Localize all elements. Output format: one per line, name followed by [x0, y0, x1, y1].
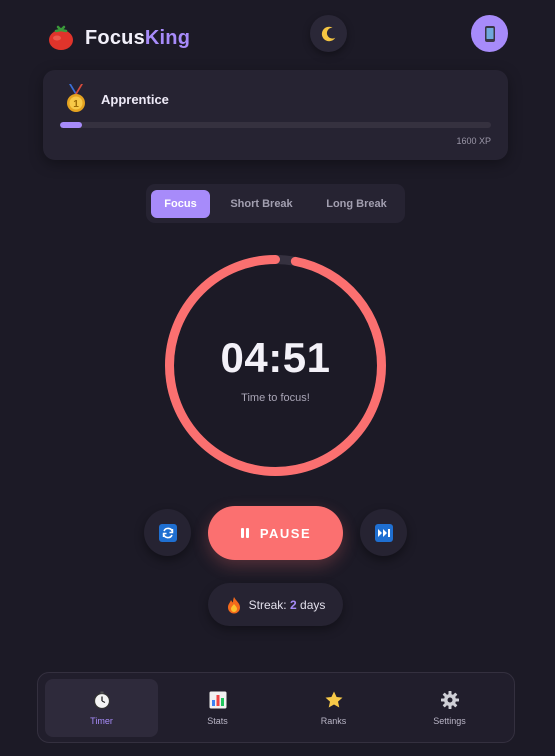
- rank-card: 1 Apprentice 1600 XP: [43, 70, 508, 160]
- tomato-icon: [49, 25, 73, 50]
- stopwatch-icon: [93, 691, 110, 710]
- tab-long-break[interactable]: Long Break: [313, 190, 400, 218]
- mode-tabs: Focus Short Break Long Break: [146, 184, 405, 223]
- skip-button[interactable]: [360, 509, 407, 556]
- nav-label-ranks: Ranks: [320, 716, 347, 726]
- app-header: FocusKing: [0, 0, 555, 70]
- xp-progress-bar: [60, 122, 491, 128]
- nav-item-settings[interactable]: Settings: [393, 679, 506, 737]
- bar-chart-icon: [209, 691, 226, 709]
- theme-toggle-button[interactable]: [310, 15, 347, 52]
- streak-count: 2: [289, 597, 297, 612]
- streak-badge: Streak: 2 days: [208, 583, 343, 626]
- tab-focus[interactable]: Focus: [151, 189, 210, 218]
- timer-display: 04:51 Time to focus!: [164, 254, 387, 477]
- streak-text: Streak: 2 days: [249, 598, 326, 612]
- moon-icon: [321, 26, 335, 41]
- fire-icon: [227, 596, 240, 613]
- nav-item-timer[interactable]: Timer: [45, 679, 158, 737]
- app-name-part1: Focus: [85, 26, 145, 49]
- tab-short-break[interactable]: Short Break: [210, 190, 313, 218]
- reset-button[interactable]: [144, 509, 191, 556]
- xp-label: 1600 XP: [456, 136, 491, 146]
- nav-label-timer: Timer: [90, 716, 113, 726]
- app-name: FocusKing: [85, 27, 190, 50]
- pause-label: PAUSE: [259, 525, 312, 541]
- streak-unit: days: [300, 597, 326, 612]
- streak-prefix: Streak:: [248, 597, 287, 612]
- medal-icon: 1: [67, 84, 85, 112]
- pause-button[interactable]: PAUSE: [208, 506, 343, 560]
- mobile-phone-icon: [484, 25, 495, 42]
- svg-text:1: 1: [73, 99, 79, 110]
- gear-icon: [440, 691, 459, 709]
- pause-icon: [240, 528, 249, 538]
- app-logo[interactable]: FocusKing: [45, 22, 190, 54]
- timer-caption: Time to focus!: [241, 392, 310, 404]
- nav-item-ranks[interactable]: Ranks: [277, 679, 390, 737]
- nav-label-stats: Stats: [207, 716, 228, 726]
- mobile-view-button[interactable]: [471, 15, 508, 52]
- bottom-navigation: Timer Stats Ranks Settings: [37, 672, 515, 743]
- xp-progress-fill: [60, 122, 82, 128]
- nav-item-stats[interactable]: Stats: [161, 679, 274, 737]
- star-icon: [325, 691, 342, 708]
- app-name-part2: King: [144, 26, 191, 49]
- skip-forward-icon: [374, 523, 393, 542]
- time-remaining: 04:51: [220, 334, 331, 381]
- nav-label-settings: Settings: [433, 716, 466, 726]
- rank-name: Apprentice: [101, 92, 169, 107]
- reset-icon: [158, 523, 177, 542]
